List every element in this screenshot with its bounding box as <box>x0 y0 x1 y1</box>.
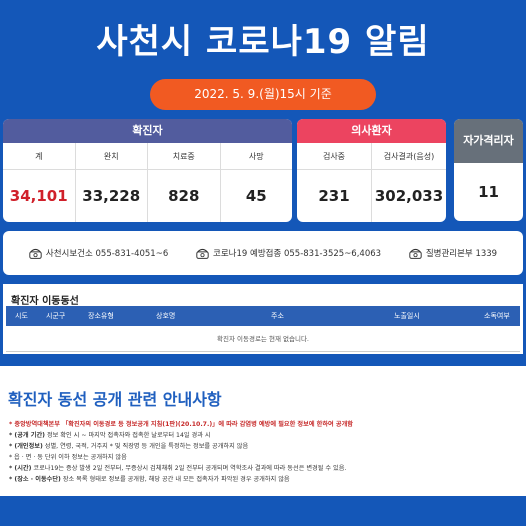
notice-line: * (시간) 코로나19는 증상 발생 2일 전부터, 무증상시 검체채취 2일… <box>9 465 347 472</box>
self-quarantine-title: 자가격리자 <box>454 119 523 163</box>
confirmed-card: 확진자 계 완치 치료중 사망 34,101 33,228 828 45 <box>3 119 292 222</box>
notice-line: * 읍 · 면 · 동 단위 이하 정보는 공개하지 않음 <box>9 454 127 461</box>
contact-item-vaccination[interactable]: 코로나19 예방접종 055-831-3525~6,4063 <box>196 247 381 260</box>
notice-panel: 확진자 동선 공개 관련 안내사항 * 중앙방역대책본부 「확진자의 이동경로 … <box>0 366 526 496</box>
movement-title: 확진자 이동동선 <box>11 296 79 307</box>
notice-line: * (개인정보) 성별, 연령, 국적, 거주지 * 및 직장명 등 개인을 특… <box>9 443 249 450</box>
col-place-type: 장소유형 <box>88 312 114 320</box>
notice-lines: * 중앙방역대책본부 「확진자의 이동경로 등 정보공개 지침(1판)(20.1… <box>9 419 519 485</box>
confirmed-title: 확진자 <box>3 119 292 143</box>
self-quarantine-card: 자가격리자 11 <box>454 119 523 221</box>
col-district: 시군구 <box>46 312 66 320</box>
notice-line: * 중앙방역대책본부 「확진자의 이동경로 등 정보공개 지침(1판)(20.1… <box>9 421 353 428</box>
notice-line: * (공개 기간) 정보 확인 시 ~ 마지막 접촉자와 접촉한 날로부터 14… <box>9 432 211 439</box>
movement-table-header: 시도 시군구 장소유형 상호명 주소 노출일시 소독여부 <box>6 306 520 326</box>
contact-bar: 사천시보건소 055-831-4051~6 코로나19 예방접종 055-831… <box>3 231 523 275</box>
self-quarantine-value: 11 <box>478 183 499 201</box>
suspected-title: 의사환자 <box>297 119 446 143</box>
col-business-name: 상호명 <box>156 312 176 320</box>
suspected-col-negative: 검사결과(음성) <box>383 152 435 161</box>
page-title: 사천시 코로나19 알림 <box>96 22 430 62</box>
col-region: 시도 <box>15 312 28 320</box>
col-disinfection: 소독여부 <box>484 312 510 320</box>
movement-panel: 확진자 이동동선 시도 시군구 장소유형 상호명 주소 노출일시 소독여부 확진… <box>3 284 523 354</box>
contact-label: 질병관리본부 1339 <box>425 249 498 259</box>
movement-empty-message: 확진자 이동경로는 현재 없습니다. <box>6 326 520 352</box>
contact-item-health-center[interactable]: 사천시보건소 055-831-4051~6 <box>29 247 168 260</box>
col-address: 주소 <box>271 312 284 320</box>
contact-item-kcdc[interactable]: 질병관리본부 1339 <box>409 247 497 260</box>
suspected-negative-value: 302,033 <box>374 187 444 205</box>
confirmed-treating-value: 828 <box>148 170 221 222</box>
date-badge: 2022. 5. 9.(월)15시 기준 <box>150 79 376 110</box>
phone-icon <box>409 248 422 259</box>
confirmed-col-total: 계 <box>3 143 76 169</box>
suspected-testing-value: 231 <box>297 170 372 222</box>
col-exposure-time: 노출일시 <box>394 312 420 320</box>
phone-icon <box>196 248 209 259</box>
confirmed-col-treating: 치료중 <box>148 143 221 169</box>
suspected-col-testing: 검사중 <box>297 143 372 169</box>
confirmed-col-deaths: 사망 <box>248 152 264 161</box>
contact-label: 코로나19 예방접종 055-831-3525~6,4063 <box>213 249 382 259</box>
contact-label: 사천시보건소 055-831-4051~6 <box>45 249 169 259</box>
notice-title: 확진자 동선 공개 관련 안내사항 <box>8 390 222 409</box>
confirmed-total-value: 34,101 <box>3 170 76 222</box>
phone-icon <box>29 248 42 259</box>
suspected-card: 의사환자 검사중 검사결과(음성) 231 302,033 <box>297 119 446 222</box>
confirmed-col-recovered: 완치 <box>76 143 148 169</box>
confirmed-deaths-value: 45 <box>245 187 267 205</box>
confirmed-recovered-value: 33,228 <box>76 170 148 222</box>
notice-line: * (장소 · 이동수단) 장소 목록 형태로 정보를 공개함, 해당 공간 내… <box>9 476 290 483</box>
